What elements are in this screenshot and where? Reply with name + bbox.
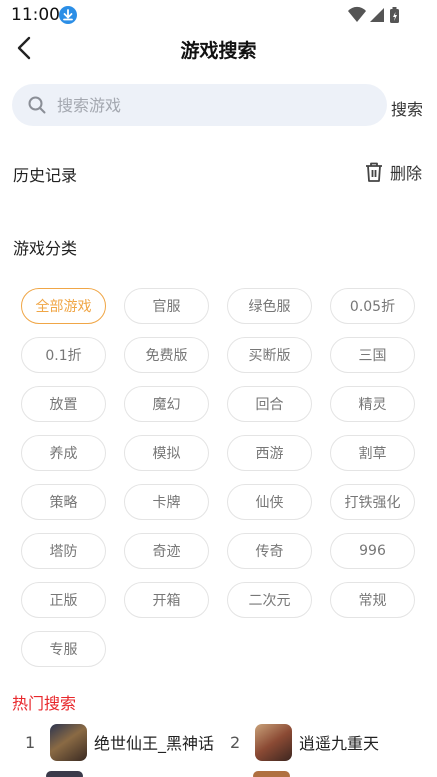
signal-icon [370,8,384,22]
search-icon [28,96,46,114]
hot-search-title: 热门搜索 [12,694,77,713]
category-tag[interactable]: 放置 [21,386,106,422]
category-tag[interactable]: 0.1折 [21,337,106,373]
category-title: 游戏分类 [13,239,78,258]
game-thumbnail [255,723,292,761]
category-tag[interactable]: 精灵 [330,386,415,422]
history-title: 历史记录 [13,166,78,185]
category-tag[interactable]: 割草 [330,435,415,471]
category-tag[interactable]: 常规 [330,582,415,618]
hot-rank: 2 [230,732,241,752]
category-tag[interactable]: 打铁强化 [330,484,415,520]
category-tag[interactable]: 传奇 [227,533,312,569]
game-thumbnail [50,723,87,761]
game-thumbnail [46,771,83,777]
search-input[interactable] [57,90,377,120]
delete-history-button[interactable]: 删除 [364,160,422,184]
category-tag[interactable]: 买断版 [227,337,312,373]
status-time: 11:00 [11,5,60,25]
hot-rank: 1 [25,732,36,752]
category-tag[interactable]: 免费版 [124,337,209,373]
category-tag[interactable]: 养成 [21,435,106,471]
category-tag[interactable]: 模拟 [124,435,209,471]
category-tag[interactable]: 卡牌 [124,484,209,520]
category-tag[interactable]: 三国 [330,337,415,373]
hot-search-item[interactable]: 1 绝世仙王_黑神话 [25,723,214,761]
category-tag[interactable]: 西游 [227,435,312,471]
category-tag[interactable]: 官服 [124,288,209,324]
wifi-icon [348,6,366,22]
search-button[interactable]: 搜索 [391,96,423,120]
status-icons [347,6,407,28]
delete-label: 删除 [390,164,423,183]
category-tag[interactable]: 回合 [227,386,312,422]
category-tag[interactable]: 全部游戏 [21,288,106,324]
category-tag[interactable]: 0.05折 [330,288,415,324]
category-tag[interactable]: 绿色服 [227,288,312,324]
page-title: 游戏搜索 [180,40,257,62]
battery-icon [390,7,399,23]
category-tag[interactable]: 塔防 [21,533,106,569]
category-tag[interactable]: 魔幻 [124,386,209,422]
category-tag[interactable]: 专服 [21,631,106,667]
hot-game-name: 逍遥九重天 [299,734,380,753]
trash-icon [366,162,382,182]
category-tag[interactable]: 二次元 [227,582,312,618]
game-thumbnail [253,771,290,777]
category-tag[interactable]: 开箱 [124,582,209,618]
category-tag[interactable]: 996 [330,533,415,569]
category-tag[interactable]: 奇迹 [124,533,209,569]
hot-search-item[interactable]: 2 逍遥九重天 [230,723,379,761]
search-box[interactable] [12,84,387,126]
hot-game-name: 绝世仙王_黑神话 [94,734,215,753]
category-tag[interactable]: 正版 [21,582,106,618]
status-bar: 11:00 [0,0,437,30]
category-tag-grid: 全部游戏 官服 绿色服 0.05折 0.1折 免费版 买断版 三国放置 魔幻 回合 精灵养成 模拟 西游… [21,288,416,667]
download-icon [59,6,77,24]
category-tag[interactable]: 策略 [21,484,106,520]
category-tag[interactable]: 仙侠 [227,484,312,520]
